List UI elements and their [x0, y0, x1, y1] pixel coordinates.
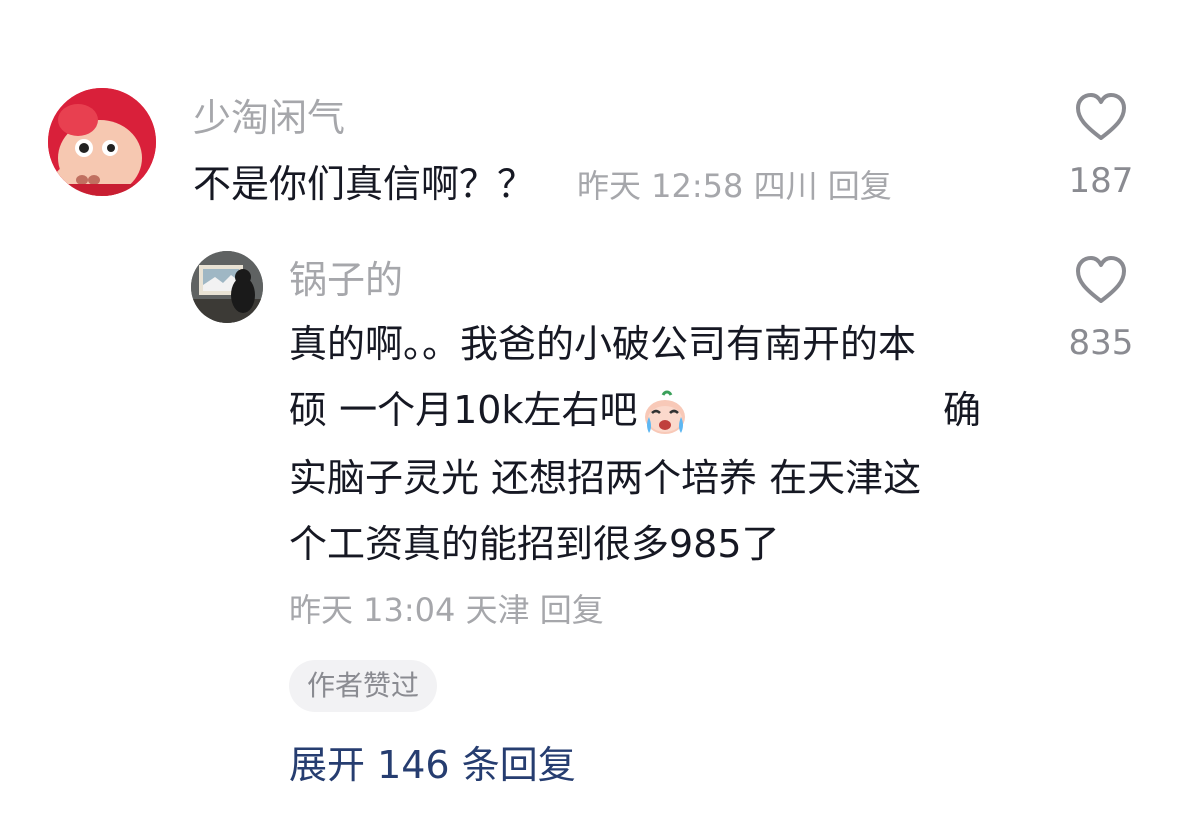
comment-text-line: 硕 一个月10k左右吧	[289, 388, 689, 437]
avatar[interactable]	[48, 88, 156, 196]
comment-meta[interactable]: 昨天 12:58 四川 回复	[577, 164, 892, 208]
comment-text-line: 实脑子灵光 还想招两个培养 在天津这	[289, 456, 922, 500]
author-liked-badge: 作者赞过	[289, 660, 438, 712]
crying-face-icon	[641, 389, 689, 437]
like-count: 187	[1068, 161, 1134, 201]
avatar[interactable]	[191, 251, 263, 323]
like-count: 835	[1068, 323, 1134, 363]
comment-text: 不是你们真信啊？？	[193, 162, 536, 206]
expand-replies-button[interactable]: 展开 146 条回复	[289, 742, 576, 788]
comment-meta[interactable]: 昨天 13:04 天津 回复	[289, 588, 604, 632]
comment-text-segment: 硕 一个月10k左右吧	[289, 388, 638, 432]
comment-username[interactable]: 少淘闲气	[193, 96, 345, 140]
heart-outline-icon[interactable]	[1075, 255, 1127, 305]
comment-username[interactable]: 锅子的	[289, 258, 403, 302]
comment-text-segment: 确	[943, 388, 982, 432]
comment-text-line: 个工资真的能招到很多985了	[289, 522, 780, 566]
heart-outline-icon[interactable]	[1075, 92, 1127, 142]
comment-text-line: 真的啊。。我爸的小破公司有南开的本	[289, 322, 917, 366]
